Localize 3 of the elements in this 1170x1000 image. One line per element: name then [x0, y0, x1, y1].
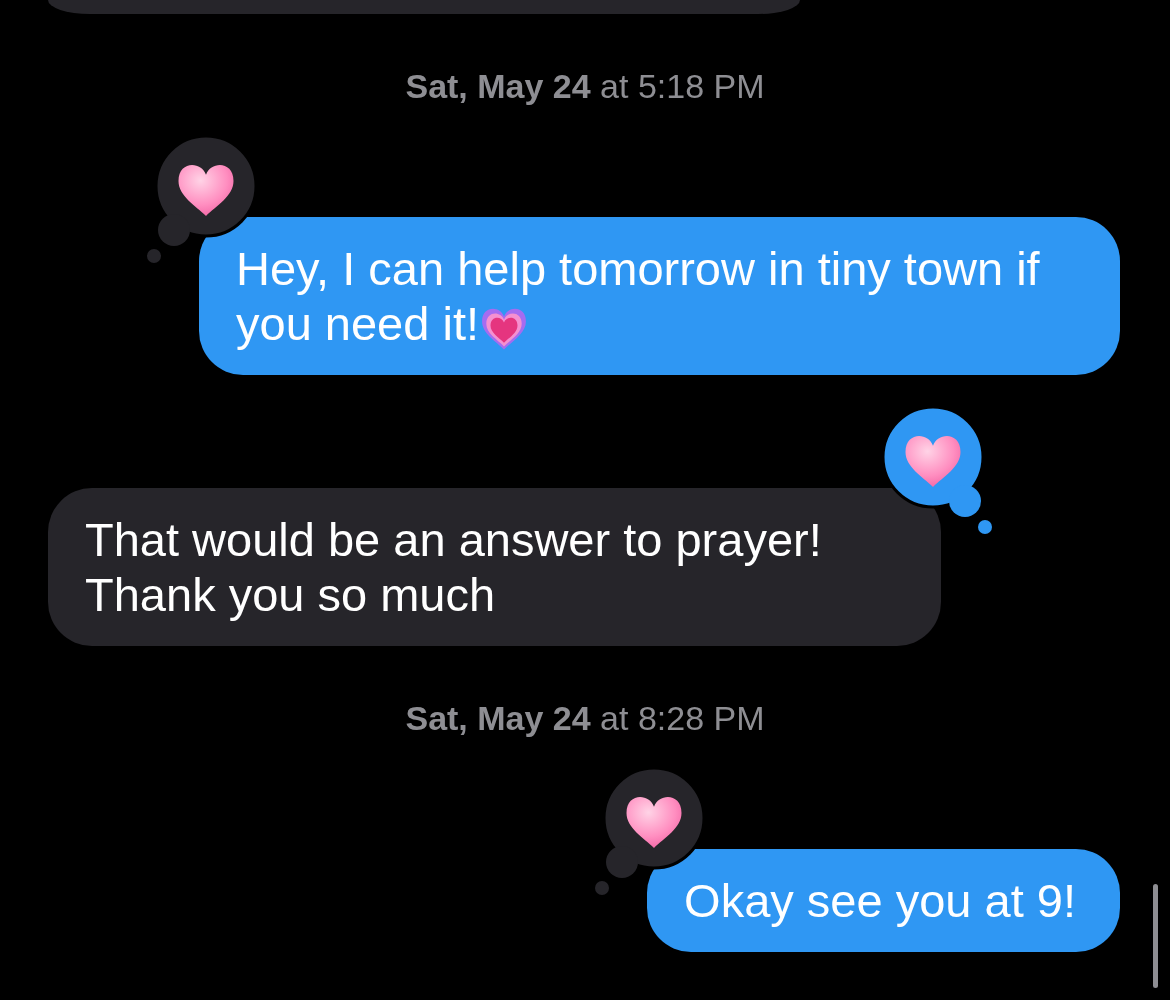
timestamp: Sat, May 24 at 8:28 PM: [405, 700, 765, 736]
timestamp: Sat, May 24 at 5:18 PM: [405, 68, 765, 104]
scrollbar[interactable]: [1153, 884, 1158, 988]
